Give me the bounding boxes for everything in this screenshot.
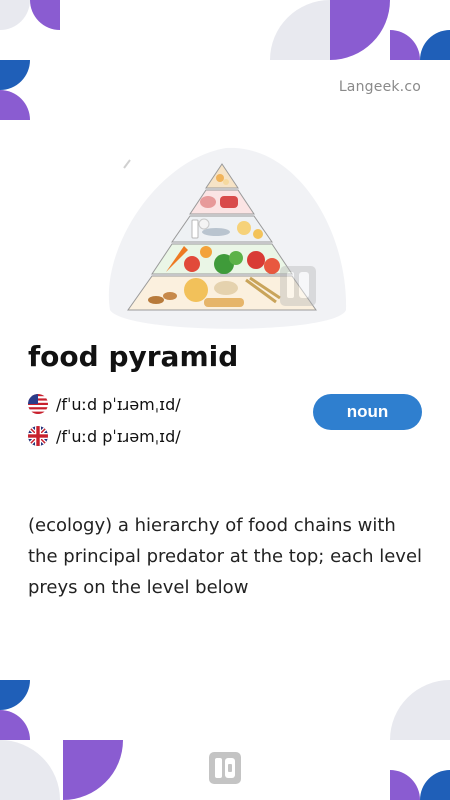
langeek-logo-icon (209, 752, 241, 784)
food-pyramid-illustration (108, 147, 347, 329)
part-of-speech-badge[interactable]: noun (313, 394, 422, 430)
us-flag-icon (28, 394, 48, 414)
brand-link[interactable]: Langeek.co (339, 79, 421, 95)
uk-flag-icon (28, 426, 48, 446)
ipa-uk: /fˈuːd pˈɪɹəmˌɪd/ (56, 426, 181, 446)
pronunciation-us[interactable]: /fˈuːd pˈɪɹəmˌɪd/ (28, 393, 181, 415)
definition-text: (ecology) a hierarchy of food chains wit… (28, 515, 423, 598)
pronunciation-uk[interactable]: /fˈuːd pˈɪɹəmˌɪd/ (28, 425, 181, 447)
ipa-us: /fˈuːd pˈɪɹəmˌɪd/ (56, 394, 181, 414)
entry-word: food pyramid (28, 340, 239, 373)
